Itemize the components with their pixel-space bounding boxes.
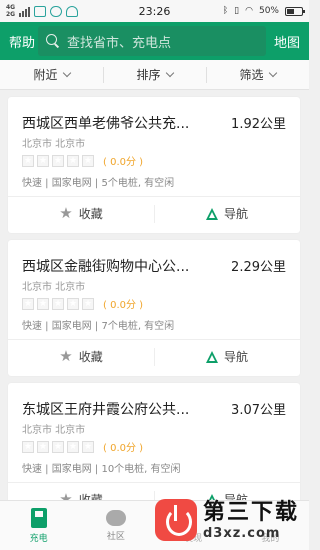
station-distance: 3.07公里 <box>231 403 286 418</box>
filter-nearby-label: 附近 <box>33 68 58 82</box>
rating-star-icon: ★ <box>22 440 34 453</box>
rating-star-icon: ★ <box>67 440 79 453</box>
rating-star-icon: ★ <box>82 154 94 167</box>
bluetooth-icon: ᛒ <box>222 6 229 16</box>
station-rating: ★ ★ ★ ★ ★ ( 0.0分 ) <box>22 439 143 454</box>
chat-bubble-icon <box>105 509 126 526</box>
station-rating: ★ ★ ★ ★ ★ ( 0.0分 ) <box>22 296 143 311</box>
chevron-down-icon <box>268 68 277 78</box>
filter-screen[interactable]: 筛选 <box>206 60 309 89</box>
filter-sort[interactable]: 排序 <box>103 60 206 89</box>
station-name: 西城区西单老佛爷公共充... <box>22 116 190 132</box>
battery-percent: 50% <box>258 6 279 16</box>
rating-star-icon: ★ <box>52 297 64 310</box>
station-info: 快速 | 国家电网 | 7个电桩, 有空闲 <box>22 321 175 332</box>
favorite-label: 收藏 <box>78 350 103 364</box>
rating-star-icon: ★ <box>52 154 64 167</box>
station-info: 快速 | 国家电网 | 10个电桩, 有空闲 <box>22 464 181 475</box>
star-icon: ★ <box>59 204 73 222</box>
vibrate-icon: ▯ <box>234 6 240 16</box>
card-actions: ★ 收藏 导航 <box>8 339 300 373</box>
tab-community[interactable]: 社区 <box>77 501 154 550</box>
download-logo-icon <box>155 499 197 541</box>
rating-star-icon: ★ <box>22 297 34 310</box>
watermark-url: d3xz.com <box>203 525 281 541</box>
navigation-arrow-icon <box>205 207 218 220</box>
rating-star-icon: ★ <box>22 154 34 167</box>
station-rating: ★ ★ ★ ★ ★ ( 0.0分 ) <box>22 153 143 168</box>
filter-bar: 附近 排序 筛选 <box>0 60 309 90</box>
app-header: 帮助 查找省市、充电点 地图 <box>0 22 309 60</box>
station-distance: 1.92公里 <box>231 117 286 132</box>
rating-star-icon: ★ <box>52 440 64 453</box>
navigation-arrow-icon <box>205 350 218 363</box>
wifi-icon: ◠ <box>245 6 253 16</box>
rating-score: ( 0.0分 ) <box>103 443 144 454</box>
map-button[interactable]: 地图 <box>274 32 300 51</box>
search-placeholder: 查找省市、充电点 <box>67 35 172 51</box>
battery-icon <box>285 6 305 16</box>
tab-community-label: 社区 <box>106 531 125 542</box>
watermark-text: 第三下载 d3xz.com <box>203 500 299 541</box>
favorite-button[interactable]: ★ 收藏 <box>8 340 154 373</box>
rating-star-icon: ★ <box>82 440 94 453</box>
site-watermark: 第三下载 d3xz.com <box>155 490 305 550</box>
rating-star-icon: ★ <box>37 154 49 167</box>
station-card[interactable]: 西城区西单老佛爷公共充... 1.92公里 北京市 北京市 ★ ★ ★ ★ ★ … <box>8 97 300 233</box>
station-card[interactable]: 西城区金融街购物中心公... 2.29公里 北京市 北京市 ★ ★ ★ ★ ★ … <box>8 240 300 376</box>
chevron-down-icon <box>165 68 174 78</box>
rating-score: ( 0.0分 ) <box>103 157 144 168</box>
status-right: ᛒ ▯ ◠ 50% <box>222 0 305 22</box>
favorite-label: 收藏 <box>78 207 103 221</box>
station-info: 快速 | 国家电网 | 5个电桩, 有空闲 <box>22 178 175 189</box>
rating-star-icon: ★ <box>37 297 49 310</box>
tab-charging-label: 充电 <box>29 533 48 544</box>
chevron-down-icon <box>62 68 71 78</box>
rating-star-icon: ★ <box>67 154 79 167</box>
rating-star-icon: ★ <box>67 297 79 310</box>
watermark-title: 第三下载 <box>203 499 300 525</box>
filter-screen-label: 筛选 <box>239 68 264 82</box>
star-icon: ★ <box>59 347 73 365</box>
rating-score: ( 0.0分 ) <box>103 300 144 311</box>
navigate-button[interactable]: 导航 <box>154 340 300 373</box>
filter-nearby[interactable]: 附近 <box>0 60 103 89</box>
tab-charging[interactable]: 充电 <box>0 501 77 550</box>
navigate-button[interactable]: 导航 <box>154 197 300 230</box>
card-actions: ★ 收藏 导航 <box>8 196 300 230</box>
status-bar: 4G 2G 23:26 ᛒ ▯ ◠ 50% <box>0 0 309 22</box>
rating-star-icon: ★ <box>82 297 94 310</box>
search-icon <box>46 34 60 48</box>
station-city: 北京市 北京市 <box>22 282 86 293</box>
charging-pump-icon <box>30 507 47 528</box>
rating-star-icon: ★ <box>37 440 49 453</box>
navigate-label: 导航 <box>223 207 248 221</box>
station-city: 北京市 北京市 <box>22 425 86 436</box>
search-input[interactable]: 查找省市、充电点 <box>38 26 266 56</box>
station-city: 北京市 北京市 <box>22 139 86 150</box>
station-name: 东城区王府井霞公府公共... <box>22 402 190 418</box>
favorite-button[interactable]: ★ 收藏 <box>8 197 154 230</box>
station-distance: 2.29公里 <box>231 260 286 275</box>
station-name: 西城区金融街购物中心公... <box>22 259 190 275</box>
navigate-label: 导航 <box>223 350 248 364</box>
filter-sort-label: 排序 <box>136 68 161 82</box>
